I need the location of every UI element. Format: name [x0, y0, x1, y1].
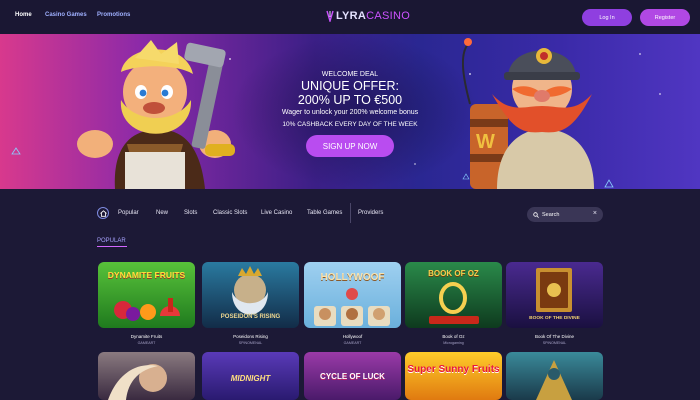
hero-cashback-text: 10% CASHBACK EVERY DAY OF THE WEEK [282, 121, 418, 128]
nav-casino-games[interactable]: Casino Games [45, 12, 87, 18]
logo-text-lyra: LYRA [336, 10, 367, 22]
egyptian-artwork [536, 360, 572, 400]
dog-artwork [314, 288, 390, 326]
category-home-button[interactable] [97, 207, 109, 219]
clear-search-icon[interactable]: × [593, 210, 597, 218]
game-art-title: Super Sunny Fruits [407, 364, 500, 375]
category-popular[interactable]: Popular [118, 210, 139, 216]
miner-character-right: W [462, 38, 594, 189]
game-name: Book of Oz [442, 334, 465, 339]
game-tile-book-of-the-divine[interactable]: BOOK OF THE DIVINE [506, 262, 603, 328]
hero-wager-text: Wager to unlock your 200% welcome bonus [281, 109, 419, 116]
category-classic-slots[interactable]: Classic Slots [213, 210, 247, 216]
game-tile-row2-4[interactable]: Super Sunny Fruits [405, 352, 502, 400]
dwarf-character-left [77, 40, 235, 189]
login-button[interactable]: Log In [582, 9, 632, 26]
oz-artwork [429, 282, 479, 324]
game-name: Dynamite Fruits [130, 334, 163, 339]
category-slots[interactable]: Slots [184, 210, 197, 216]
game-tile-hollywoof[interactable]: HOLLYWOOF [304, 262, 401, 328]
search-box[interactable]: × [527, 207, 603, 222]
category-providers[interactable]: Providers [358, 210, 383, 216]
game-name: Hollywoof [342, 334, 363, 339]
hero-welcome: WELCOME DEAL [321, 71, 379, 78]
logo-text-casino: CASINO [366, 10, 411, 22]
game-tile-row2-5[interactable] [506, 352, 603, 400]
category-live-casino[interactable]: Live Casino [261, 210, 292, 216]
game-art-title: CYCLE OF LUCK [320, 372, 385, 381]
warrior-artwork [108, 364, 167, 400]
game-art-title: POSEIDON'S RISING [220, 314, 281, 320]
hero-offer-line1: UNIQUE OFFER: [301, 79, 399, 93]
game-tile-poseidons-rising[interactable]: POSEIDON'S RISING [202, 262, 299, 328]
signup-button[interactable]: SIGN UP NOW [306, 135, 394, 157]
search-input[interactable] [542, 211, 588, 218]
category-new[interactable]: New [156, 210, 168, 216]
game-tile-row2-3[interactable]: CYCLE OF LUCK [304, 352, 401, 400]
section-underline [97, 246, 127, 247]
site-header: Home Casino Games Promotions LYRA CASINO… [0, 0, 700, 34]
game-tile-row2-2[interactable]: MIDNIGHT [202, 352, 299, 400]
hero-offer-amount: 200% UP TO €500 [297, 93, 403, 107]
hero-banner: WELCOME DEAL UNIQUE OFFER: 200% UP TO €5… [0, 34, 700, 189]
svg-text:W: W [476, 131, 495, 153]
game-art-title: MIDNIGHT [230, 374, 271, 383]
search-icon [533, 211, 539, 218]
game-provider: SPINOMENAL [542, 341, 567, 345]
category-divider [350, 203, 351, 223]
game-provider: GAMEART [137, 341, 156, 345]
game-provider: GAMEART [343, 341, 362, 345]
game-tile-book-of-oz[interactable]: BOOK OF OZ [405, 262, 502, 328]
nav-home[interactable]: Home [15, 12, 32, 18]
game-art-title: BOOK OF THE DIVINE [529, 316, 580, 321]
site-logo[interactable]: LYRA CASINO [326, 9, 410, 23]
game-provider: Microgaming [443, 341, 464, 345]
section-title-popular: POPULAR [97, 238, 126, 244]
category-table-games[interactable]: Table Games [307, 210, 342, 216]
game-tile-dynamite-fruits[interactable]: DYNAMITE FRUITS [98, 262, 195, 328]
home-icon [99, 209, 107, 217]
game-provider: SPINOMENAL [238, 341, 263, 345]
lyra-logo-icon [326, 10, 334, 22]
nav-promotions[interactable]: Promotions [97, 12, 130, 18]
game-name: Book Of The Divine [535, 334, 574, 339]
game-name: Poseidons Rising [233, 334, 268, 339]
register-button[interactable]: Register [640, 9, 690, 26]
fruit-artwork [114, 298, 180, 321]
game-tile-row2-1[interactable] [98, 352, 195, 400]
